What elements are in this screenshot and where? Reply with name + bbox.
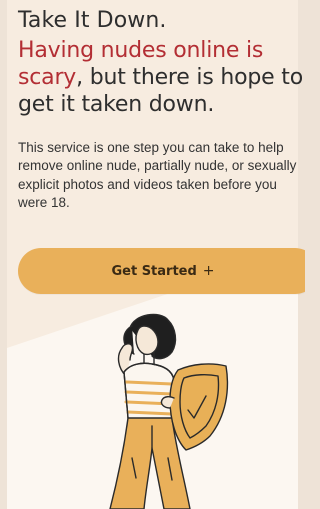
plus-icon: + (202, 263, 215, 279)
get-started-label: Get Started (111, 263, 197, 279)
description: This service is one step you can take to… (18, 140, 297, 210)
headline: Having nudes online is scary, but there … (18, 37, 305, 118)
person-with-shield-illustration (109, 313, 229, 509)
get-started-button[interactable]: Get Started + (18, 248, 305, 294)
brand-title: Take It Down. (18, 8, 167, 33)
page: Take It Down. Having nudes online is sca… (0, 0, 305, 509)
